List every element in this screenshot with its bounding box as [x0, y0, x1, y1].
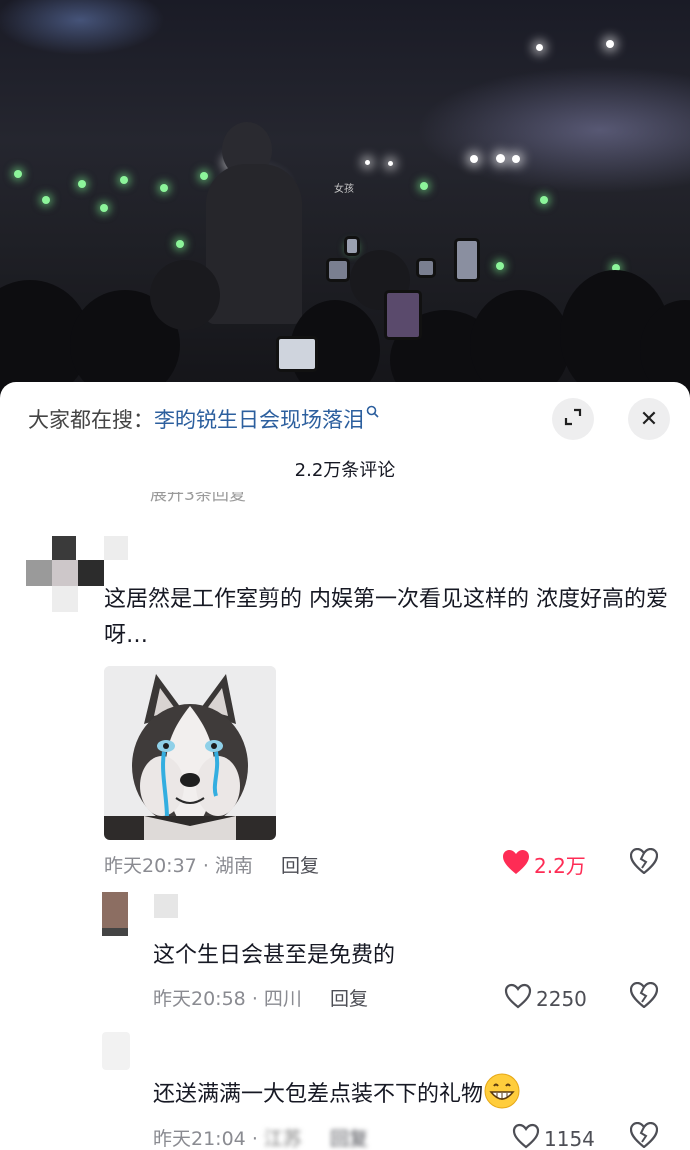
reply-button[interactable]: 回复 [281, 855, 319, 877]
expand-icon [563, 407, 583, 431]
video-overlay-text: 女孩 [334, 184, 354, 195]
broken-heart-icon [629, 847, 659, 878]
reply-time: 昨天20:58 [153, 988, 246, 1010]
glow-stick [200, 172, 208, 180]
glow-stick [78, 180, 86, 188]
raised-phone [326, 258, 350, 282]
reply-button[interactable]: 回复 [330, 988, 368, 1010]
stage-light [365, 160, 370, 165]
glow-stick [120, 176, 128, 184]
comment-sheet: 大家都在搜： 李昀锐生日会现场落泪 ✕ 2.2万条评论 展开3条回复 ˅ 这居然… [0, 382, 690, 1150]
meta-separator: · [202, 855, 215, 877]
comment-meta: 昨天20:37 · 湖南 回复 [104, 851, 319, 878]
stage-light [606, 40, 614, 48]
reply-meta: 昨天20:58 · 四川 回复 [153, 984, 368, 1011]
glow-stick [14, 170, 22, 178]
meta-separator: · [251, 988, 264, 1010]
avatar[interactable] [102, 892, 182, 936]
glow-stick [176, 240, 184, 248]
like-count: 2250 [536, 986, 587, 1011]
dislike-button[interactable] [629, 847, 659, 878]
like-button[interactable]: 2.2万 [502, 849, 586, 880]
crying-husky-image[interactable] [104, 666, 276, 840]
like-count: 2.2万 [534, 854, 586, 878]
trending-search-term[interactable]: 李昀锐生日会现场落泪 [154, 404, 364, 434]
dislike-button[interactable] [629, 981, 659, 1012]
reply-text: 这个生日会甚至是免费的 [153, 943, 396, 968]
meta-separator: · [251, 1128, 264, 1150]
raised-phone [454, 238, 480, 282]
expand-button[interactable] [552, 398, 594, 440]
dislike-button[interactable] [629, 1121, 659, 1150]
trending-search-bar[interactable]: 大家都在搜： 李昀锐生日会现场落泪 [28, 402, 379, 436]
performer-silhouette [206, 164, 302, 324]
stage-light [388, 161, 393, 166]
heart-outline-icon [504, 983, 536, 1014]
close-icon: ✕ [639, 406, 659, 432]
stage-light [512, 155, 520, 163]
close-button[interactable]: ✕ [628, 398, 670, 440]
stage-light [496, 154, 505, 163]
glow-stick [496, 262, 504, 270]
collapsed-replies-link[interactable]: 展开3条回复 ˅ [150, 492, 260, 506]
stage-light [536, 44, 543, 51]
like-button[interactable]: 1154 [512, 1123, 595, 1150]
crowd-head [150, 260, 220, 330]
reply-meta: 昨天21:04 · 江苏 回复 [153, 1124, 368, 1150]
broken-heart-icon [629, 981, 659, 1012]
trending-search-prefix: 大家都在搜： [28, 408, 154, 432]
grinning-face-emoji [483, 1072, 521, 1110]
raised-phone [416, 258, 436, 278]
raised-phone [384, 290, 422, 340]
glow-stick [160, 184, 168, 192]
reply-time: 昨天21:04 [153, 1128, 246, 1150]
raised-phone [344, 236, 360, 256]
comment-text: 这居然是工作室剪的 内娱第一次看见这样的 浓度好高的爱呀… [104, 587, 668, 648]
avatar[interactable] [102, 1032, 130, 1070]
reply-text-content: 还送满满一大包差点装不下的礼物 [153, 1082, 484, 1107]
like-button[interactable]: 2250 [504, 983, 587, 1014]
heart-filled-icon [502, 849, 534, 880]
like-count: 1154 [544, 1126, 595, 1150]
background-video[interactable]: 女孩 [0, 0, 690, 400]
reply-button[interactable]: 回复 [330, 1124, 368, 1150]
search-icon[interactable] [366, 405, 379, 422]
heart-outline-icon [512, 1123, 544, 1150]
glow-stick [42, 196, 50, 204]
glow-stick [100, 204, 108, 212]
comment-time: 昨天20:37 [104, 855, 197, 877]
reply-location: 江苏 [263, 1128, 302, 1150]
comment-location: 湖南 [214, 855, 253, 877]
raised-phone [276, 336, 318, 372]
reply-location: 四川 [263, 988, 302, 1010]
comment-count: 2.2万条评论 [294, 460, 396, 481]
stage-light [470, 155, 478, 163]
glow-stick [420, 182, 428, 190]
glow-stick [540, 196, 548, 204]
broken-heart-icon [629, 1121, 659, 1150]
reply-text: 还送满满一大包差点装不下的礼物 [153, 1072, 673, 1113]
